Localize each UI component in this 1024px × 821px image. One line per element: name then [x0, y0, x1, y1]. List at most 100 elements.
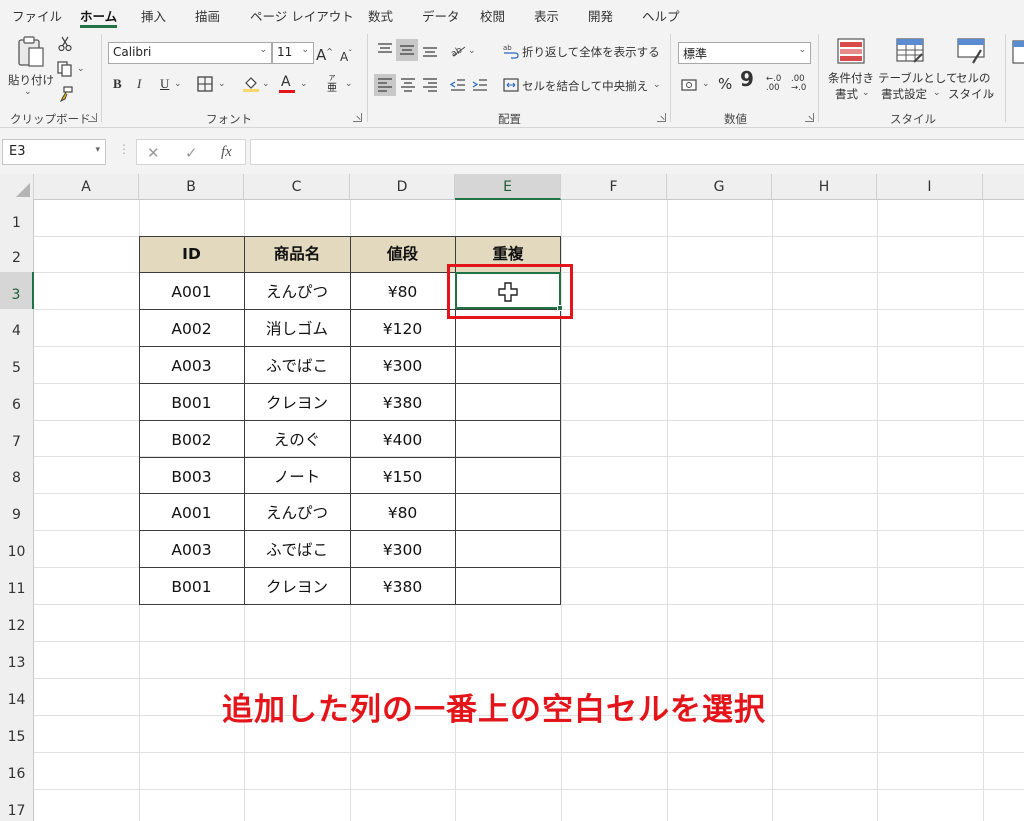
cell-price[interactable]: ¥300	[350, 530, 455, 567]
row-header-4[interactable]: 4	[0, 309, 34, 347]
accounting-format-icon[interactable]	[681, 77, 699, 93]
cell-duplicate[interactable]	[455, 530, 561, 567]
cut-icon[interactable]	[58, 36, 72, 52]
cell-id[interactable]: A001	[139, 272, 244, 309]
copy-dropdown-icon[interactable]: ⌄	[77, 64, 85, 74]
cell-product[interactable]: 消しゴム	[244, 309, 350, 346]
table-header-id[interactable]: ID	[139, 236, 244, 273]
column-header-i[interactable]: I	[877, 174, 983, 200]
column-header-h[interactable]: H	[772, 174, 877, 200]
row-header-9[interactable]: 9	[0, 493, 34, 531]
row-header-11[interactable]: 11	[0, 567, 34, 605]
alignment-launcher-icon[interactable]	[657, 113, 666, 122]
row-header-15[interactable]: 15	[0, 715, 34, 753]
table-header-price[interactable]: 値段	[350, 236, 455, 273]
number-launcher-icon[interactable]	[805, 113, 814, 122]
comma-style-button[interactable]: 9	[740, 69, 754, 89]
paste-dropdown-icon[interactable]: ⌄	[24, 87, 32, 97]
borders-dropdown-icon[interactable]: ⌄	[218, 79, 226, 89]
cell-product[interactable]: ふでばこ	[244, 530, 350, 567]
insert-cells-icon[interactable]	[1012, 40, 1024, 66]
tab-formulas[interactable]: 数式	[368, 6, 393, 25]
tab-file[interactable]: ファイル	[12, 6, 62, 25]
align-right-icon[interactable]	[422, 77, 438, 93]
cell-duplicate[interactable]	[455, 493, 561, 530]
select-all-button[interactable]	[0, 174, 34, 200]
insert-function-button[interactable]: fx	[221, 144, 232, 161]
cell-price[interactable]: ¥120	[350, 309, 455, 346]
borders-icon[interactable]	[197, 76, 213, 92]
orientation-dropdown-icon[interactable]: ⌄	[468, 46, 476, 56]
row-header-5[interactable]: 5	[0, 346, 34, 384]
tab-page-layout[interactable]: ページ レイアウト	[250, 6, 354, 25]
italic-button[interactable]: I	[137, 75, 141, 93]
align-center-icon[interactable]	[400, 77, 416, 93]
row-header-7[interactable]: 7	[0, 420, 34, 457]
formula-input[interactable]	[250, 139, 1024, 165]
merge-center-button[interactable]: セルを結合して中央揃え ⌄	[503, 77, 663, 95]
cell-product[interactable]: えのぐ	[244, 420, 350, 457]
cell-product[interactable]: ふでばこ	[244, 346, 350, 383]
tab-draw[interactable]: 描画	[195, 6, 220, 25]
align-bottom-icon[interactable]	[422, 42, 438, 58]
cell-price[interactable]: ¥150	[350, 457, 455, 494]
row-header-13[interactable]: 13	[0, 641, 34, 679]
cell-id[interactable]: B003	[139, 457, 244, 494]
decrease-decimal-button[interactable]: .00 →.0	[791, 75, 813, 93]
tab-view[interactable]: 表示	[534, 6, 559, 25]
cell-id[interactable]: A003	[139, 530, 244, 567]
phonetic-dropdown-icon[interactable]: ⌄	[345, 79, 353, 89]
column-header-d[interactable]: D	[350, 174, 455, 200]
merge-dropdown-icon[interactable]: ⌄	[653, 80, 661, 90]
number-format-select[interactable]: 標準 ⌄	[678, 42, 811, 64]
font-name-select[interactable]: Calibri ⌄	[108, 42, 272, 64]
column-header-a[interactable]: A	[34, 174, 139, 200]
increase-decimal-button[interactable]: ←.0 .00	[766, 75, 788, 93]
align-left-button[interactable]	[374, 74, 396, 96]
row-header-16[interactable]: 16	[0, 752, 34, 790]
cell-product[interactable]: クレヨン	[244, 383, 350, 420]
font-size-select[interactable]: 11 ⌄	[272, 42, 314, 64]
cell-product[interactable]: ノート	[244, 457, 350, 494]
fill-color-icon[interactable]	[242, 75, 260, 93]
tab-insert[interactable]: 挿入	[141, 6, 166, 25]
paste-button[interactable]: 貼り付け ⌄	[8, 36, 54, 98]
clipboard-launcher-icon[interactable]	[88, 113, 97, 122]
cell-duplicate[interactable]	[455, 567, 561, 604]
cell-product[interactable]: えんぴつ	[244, 272, 350, 309]
cell-price[interactable]: ¥380	[350, 567, 455, 604]
cell-duplicate[interactable]	[455, 457, 561, 494]
cell-id[interactable]: B001	[139, 567, 244, 604]
name-box[interactable]: E3 ▾	[2, 139, 106, 165]
cell-duplicate[interactable]	[455, 420, 561, 457]
accounting-dropdown-icon[interactable]: ⌄	[702, 79, 710, 89]
column-header-g[interactable]: G	[667, 174, 772, 200]
row-header-1[interactable]: 1	[0, 200, 34, 237]
cell-duplicate[interactable]	[455, 346, 561, 383]
underline-button[interactable]: U	[160, 75, 169, 93]
row-header-6[interactable]: 6	[0, 383, 34, 421]
tab-home[interactable]: ホーム	[80, 6, 118, 28]
cell-id[interactable]: A002	[139, 309, 244, 346]
row-header-10[interactable]: 10	[0, 530, 34, 568]
cell-product[interactable]: えんぴつ	[244, 493, 350, 530]
cell-id[interactable]: B001	[139, 383, 244, 420]
font-launcher-icon[interactable]	[353, 113, 362, 122]
tab-help[interactable]: ヘルプ	[642, 6, 680, 25]
cell-price[interactable]: ¥300	[350, 346, 455, 383]
column-header-e[interactable]: E	[455, 174, 561, 200]
tab-data[interactable]: データ	[422, 6, 460, 25]
cell-duplicate[interactable]	[455, 383, 561, 420]
cell-styles-button[interactable]: セルの スタイル ⌄	[946, 38, 996, 104]
row-header-14[interactable]: 14	[0, 678, 34, 716]
increase-indent-icon[interactable]	[472, 77, 488, 93]
underline-dropdown-icon[interactable]: ⌄	[174, 79, 182, 89]
format-painter-icon[interactable]	[58, 86, 74, 102]
bold-button[interactable]: B	[113, 75, 122, 93]
font-color-button[interactable]: A	[281, 73, 291, 91]
row-header-2[interactable]: 2	[0, 236, 34, 273]
cell-id[interactable]: A003	[139, 346, 244, 383]
decrease-indent-icon[interactable]	[450, 77, 466, 93]
cancel-icon[interactable]: ✕	[147, 144, 160, 162]
tab-review[interactable]: 校閲	[480, 6, 505, 25]
